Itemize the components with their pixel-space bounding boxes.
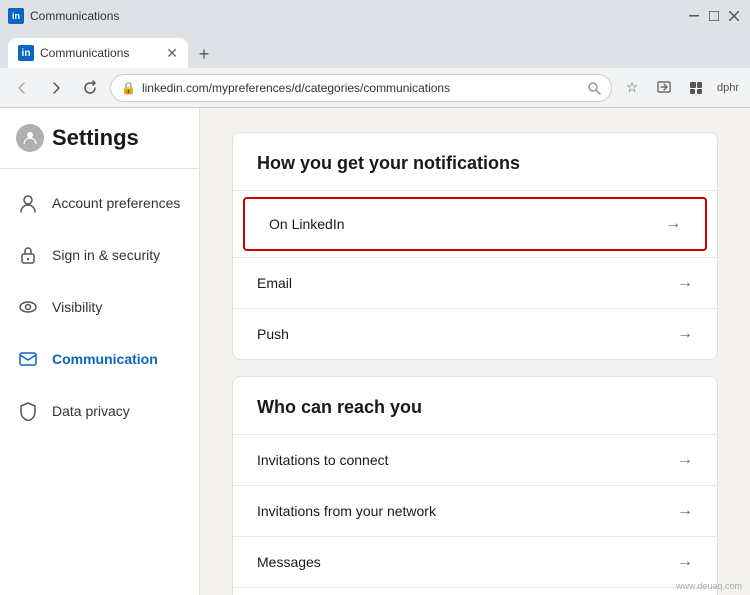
title-text: Communications [30, 9, 119, 23]
reach-section-card: Who can reach you Invitations to connect… [232, 376, 718, 595]
reach-section-title: Who can reach you [233, 377, 717, 434]
sidebar-title: Settings [52, 125, 139, 151]
sidebar-header: Settings [0, 124, 199, 168]
sidebar-item-data-privacy[interactable]: Data privacy [0, 385, 199, 437]
refresh-button[interactable] [76, 74, 104, 102]
invitations-connect-item[interactable]: Invitations to connect → [233, 434, 717, 485]
close-icon[interactable] [726, 8, 742, 24]
push-arrow-icon: → [677, 325, 693, 343]
push-label: Push [257, 326, 289, 342]
sidebar-item-label-privacy: Data privacy [52, 402, 130, 420]
profile-avatar[interactable]: dphr [714, 74, 742, 102]
share-icon[interactable] [650, 74, 678, 102]
title-favicon: in [8, 8, 24, 24]
messages-label: Messages [257, 554, 321, 570]
on-linkedin-highlight-border: On LinkedIn → [243, 197, 707, 251]
sidebar-item-label-communication: Communication [52, 350, 158, 368]
invitations-network-label: Invitations from your network [257, 503, 436, 519]
nav-bar: 🔒 linkedin.com/mypreferences/d/categorie… [0, 68, 750, 108]
notifications-section-card: How you get your notifications On Linked… [232, 132, 718, 360]
sidebar-item-label-account: Account preferences [52, 194, 180, 212]
invitations-connect-arrow: → [677, 451, 693, 469]
lock-icon: 🔒 [121, 81, 136, 95]
invitations-network-item[interactable]: Invitations from your network → [233, 485, 717, 536]
bookmark-star-icon[interactable]: ☆ [618, 74, 646, 102]
email-label: Email [257, 275, 292, 291]
on-linkedin-label: On LinkedIn [269, 216, 345, 232]
address-search-icon [587, 81, 601, 95]
research-invites-item[interactable]: Research invites On → [233, 587, 717, 595]
browser-chrome: in Communications in Communications ✕ + [0, 0, 750, 108]
messages-item[interactable]: Messages → [233, 536, 717, 587]
email-icon [16, 347, 40, 371]
address-text: linkedin.com/mypreferences/d/categories/… [142, 81, 581, 95]
address-bar[interactable]: 🔒 linkedin.com/mypreferences/d/categorie… [110, 74, 612, 102]
new-tab-button[interactable]: + [190, 40, 218, 68]
sidebar-avatar [16, 124, 44, 152]
active-tab[interactable]: in Communications ✕ [8, 38, 188, 68]
sidebar-item-account-preferences[interactable]: Account preferences [0, 177, 199, 229]
sidebar: Settings Account preferences Sign in & s… [0, 108, 200, 595]
tab-label: Communications [40, 46, 160, 60]
sidebar-item-visibility[interactable]: Visibility [0, 281, 199, 333]
notifications-section-title: How you get your notifications [233, 133, 717, 190]
invitations-network-arrow: → [677, 502, 693, 520]
tab-close-button[interactable]: ✕ [166, 45, 178, 62]
push-item[interactable]: Push → [233, 308, 717, 359]
nav-actions: ☆ dphr [618, 74, 742, 102]
sidebar-item-label-security: Sign in & security [52, 246, 160, 264]
maximize-icon[interactable] [706, 8, 722, 24]
sidebar-item-communication[interactable]: Communication [0, 333, 199, 385]
app-container: Settings Account preferences Sign in & s… [0, 108, 750, 595]
extensions-icon[interactable] [682, 74, 710, 102]
sidebar-item-label-visibility: Visibility [52, 298, 102, 316]
person-icon [16, 191, 40, 215]
sidebar-divider [0, 168, 199, 169]
lock-icon [16, 243, 40, 267]
forward-button[interactable] [42, 74, 70, 102]
email-arrow-icon: → [677, 274, 693, 292]
on-linkedin-item-wrapper: On LinkedIn → [233, 190, 717, 251]
on-linkedin-item[interactable]: On LinkedIn → [245, 199, 705, 249]
shield-icon [16, 399, 40, 423]
watermark: www.deuaq.com [676, 581, 742, 591]
invitations-connect-label: Invitations to connect [257, 452, 389, 468]
main-content: How you get your notifications On Linked… [200, 108, 750, 595]
messages-arrow: → [677, 553, 693, 571]
email-item[interactable]: Email → [233, 257, 717, 308]
title-bar: in Communications [0, 0, 750, 32]
sidebar-item-sign-in-security[interactable]: Sign in & security [0, 229, 199, 281]
window-controls [686, 8, 742, 24]
minimize-icon[interactable] [686, 8, 702, 24]
eye-icon [16, 295, 40, 319]
back-button[interactable] [8, 74, 36, 102]
tab-bar: in Communications ✕ + [0, 32, 750, 68]
tab-favicon: in [18, 45, 34, 61]
on-linkedin-arrow-icon: → [665, 215, 681, 233]
